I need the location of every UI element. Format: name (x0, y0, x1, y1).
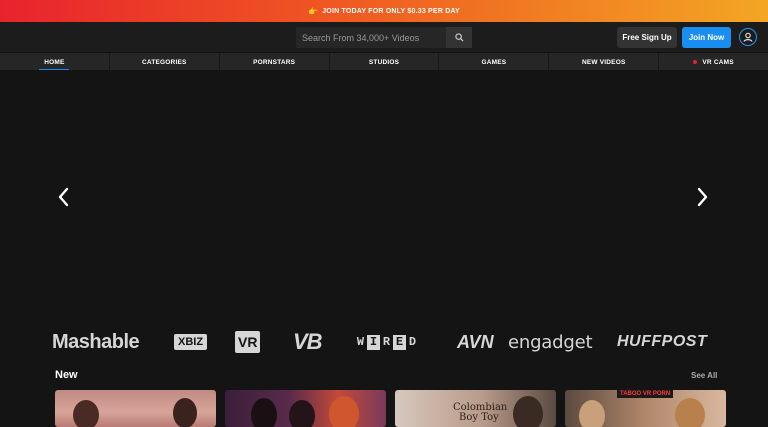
thumbnail-figure (513, 396, 543, 427)
video-thumbnail[interactable] (55, 390, 216, 427)
vr-logo-text: VR (235, 331, 261, 353)
thumbnail-figure (329, 396, 359, 427)
thumbnail-figure (289, 400, 315, 427)
wired-letter: D (408, 334, 417, 349)
hero-carousel (0, 70, 768, 325)
thumbnail-caption-line: Boy Toy (459, 412, 499, 423)
studio-badge: TABOO VR PORN (617, 390, 674, 398)
carousel-next-button[interactable] (694, 186, 710, 208)
nav-games[interactable]: GAMES (439, 53, 550, 71)
engadget-logo: engadget (508, 331, 593, 353)
video-thumbnail[interactable] (225, 390, 386, 427)
thumbnail-caption: Colombian Boy Toy (453, 403, 507, 423)
user-avatar-button[interactable] (739, 28, 757, 46)
nav-vr-cams-label: VR CAMS (702, 58, 734, 66)
huffpost-logo: HUFFPOST (617, 333, 708, 350)
chevron-left-icon (58, 187, 69, 207)
wired-letter: R (382, 334, 391, 349)
see-all-link[interactable]: See All (691, 371, 717, 380)
search-icon (454, 33, 464, 42)
wired-letter: E (393, 334, 406, 350)
nav-pornstars[interactable]: PORNSTARS (220, 53, 330, 71)
vr-logo: VR (235, 328, 261, 356)
user-icon (743, 32, 753, 42)
press-logos: Mashable XBIZ VR VB W I R E D AVN engadg… (0, 328, 768, 356)
carousel-prev-button[interactable] (56, 186, 72, 208)
avn-logo: AVN (457, 331, 494, 352)
main-nav: HOME CATEGORIES PORNSTARS STUDIOS GAMES … (0, 52, 768, 71)
wired-logo: W I R E D (354, 328, 419, 356)
nav-vr-cams[interactable]: VR CAMS (659, 53, 768, 71)
thumbnail-figure (73, 400, 99, 427)
promo-banner[interactable]: 👉 JOIN TODAY FOR ONLY $0.33 PER DAY (0, 0, 768, 22)
video-thumbnail[interactable]: TABOO VR PORN (565, 390, 726, 427)
xbiz-logo: XBIZ (174, 328, 208, 356)
search-bar (296, 27, 472, 48)
nav-new-videos[interactable]: NEW VIDEOS (549, 53, 660, 71)
wired-letter: I (367, 334, 380, 350)
thumbnail-figure (579, 400, 605, 427)
pointing-hand-icon: 👉 (308, 6, 319, 16)
wired-letter: W (356, 334, 365, 349)
chevron-right-icon (697, 187, 708, 207)
nav-categories[interactable]: CATEGORIES (110, 53, 220, 71)
promo-text: JOIN TODAY FOR ONLY $0.33 PER DAY (322, 7, 460, 15)
search-input[interactable] (296, 27, 446, 48)
thumbnail-figure (173, 398, 197, 427)
header: Free Sign Up Join Now (0, 22, 768, 52)
thumbnail-figure (675, 398, 705, 427)
xbiz-logo-text: XBIZ (174, 334, 208, 350)
nav-studios[interactable]: STUDIOS (330, 53, 440, 71)
nav-home[interactable]: HOME (0, 53, 110, 71)
join-now-button[interactable]: Join Now (682, 27, 731, 48)
thumbnail-figure (251, 398, 277, 427)
search-button[interactable] (446, 27, 472, 48)
mashable-logo: Mashable (52, 330, 140, 353)
free-signup-button[interactable]: Free Sign Up (617, 27, 677, 48)
live-dot-icon (693, 60, 698, 64)
section-title: New (55, 369, 78, 381)
video-thumbnail[interactable]: Colombian Boy Toy (395, 390, 556, 427)
vb-logo: VB (293, 329, 323, 354)
